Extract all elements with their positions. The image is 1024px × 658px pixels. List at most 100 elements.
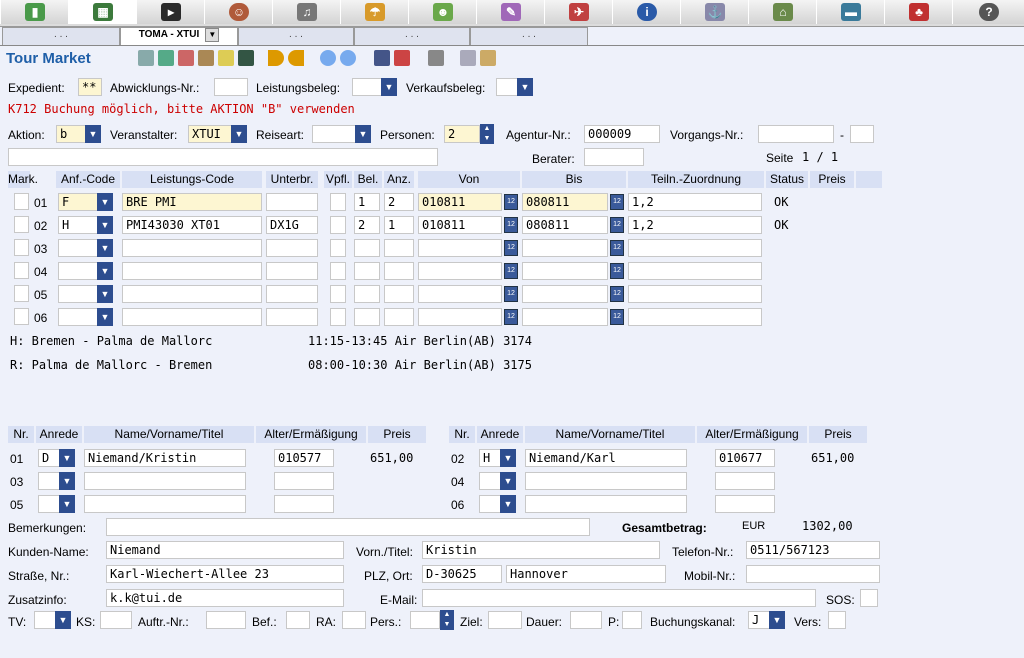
leistungs-code-field[interactable] [122,285,262,303]
bis-field[interactable] [522,239,608,257]
alter-field[interactable] [715,472,775,490]
tab-dropdown-icon[interactable]: ▼ [205,28,220,42]
umbrella-button[interactable]: ☂ [340,0,410,24]
leistungs-code-field[interactable] [122,239,262,257]
ship-button[interactable]: ⚓ [680,0,750,24]
von-field[interactable] [418,239,502,257]
bel-field[interactable] [354,239,380,257]
anf-code-field[interactable] [58,239,98,257]
anf-code-dropdown[interactable]: ▼ [97,239,113,257]
teiln-field[interactable]: 1,2 [628,193,762,211]
traveller-name-field[interactable] [525,472,687,490]
anrede-dropdown[interactable]: ▼ [500,495,516,513]
family-button[interactable]: ☻ [408,0,478,24]
tab-toma-xtui[interactable]: TOMA - XTUI ▼ [120,27,238,45]
calendar-icon[interactable]: 12 [504,217,518,233]
bel-field[interactable] [354,308,380,326]
help-button[interactable]: ? [952,0,1024,24]
mobil-field[interactable] [746,565,880,583]
calculator-button[interactable]: ▦ [68,0,138,24]
calendar-icon[interactable]: 12 [504,263,518,279]
book-button[interactable]: ▮ [0,0,70,24]
anrede-field[interactable]: H [479,449,501,467]
tv-field[interactable] [34,611,56,629]
bef-field[interactable] [286,611,310,629]
calendar-icon[interactable]: 12 [504,194,518,210]
ra-field[interactable] [342,611,366,629]
alter-field[interactable] [715,495,775,513]
ziel-field[interactable] [488,611,522,629]
kanal-dropdown[interactable]: ▼ [769,611,785,629]
tab-empty-4[interactable]: . . . [470,27,588,45]
tab-empty-2[interactable]: . . . [238,27,354,45]
vers-field[interactable] [828,611,846,629]
anz-field[interactable] [384,262,414,280]
zoom-in-icon[interactable] [320,50,336,66]
bis-field[interactable] [522,262,608,280]
calculator-small-icon[interactable] [238,50,254,66]
zusatz-field[interactable]: k.k@tui.de [106,589,344,607]
leistungs-code-field[interactable]: PMI43030 XT01 [122,216,262,234]
bel-field[interactable] [354,285,380,303]
bis-field[interactable]: 080811 [522,216,608,234]
agentur-field[interactable]: 000009 [584,125,660,143]
vorn-field[interactable]: Kristin [422,541,660,559]
anrede-dropdown[interactable]: ▼ [500,449,516,467]
mark-checkbox[interactable] [14,216,29,233]
pers-field[interactable] [410,611,440,629]
von-field[interactable]: 010811 [418,216,502,234]
reiseart-field[interactable] [312,125,356,143]
kanal-field[interactable]: J [748,611,770,629]
leistungs-code-field[interactable] [122,262,262,280]
bis-field[interactable] [522,308,608,326]
mark-checkbox[interactable] [14,193,29,210]
car-button[interactable]: ▬ [816,0,886,24]
anrede-dropdown[interactable]: ▼ [59,472,75,490]
alter-field[interactable]: 010677 [715,449,775,467]
shoe-button[interactable]: ✈ [544,0,614,24]
email-field[interactable] [422,589,816,607]
unterbr-field[interactable]: DX1G [266,216,318,234]
leistungs-code-field[interactable] [122,308,262,326]
anrede-field[interactable] [479,495,501,513]
anz-field[interactable] [384,239,414,257]
arrow-right-icon[interactable] [288,50,304,66]
bellboy-button[interactable]: ♣ [884,0,954,24]
vpfl-field[interactable] [330,216,346,234]
traveller-name-field[interactable] [84,495,246,513]
unterbr-field[interactable] [266,262,318,280]
refresh-icon[interactable] [158,50,174,66]
veranstalter-field[interactable]: XTUI [188,125,232,143]
von-field[interactable] [418,285,502,303]
teiln-field[interactable] [628,239,762,257]
calendar-icon[interactable]: 12 [504,240,518,256]
pers-stepper[interactable]: ▲ ▼ [440,610,454,630]
calendar-icon[interactable]: 12 [610,263,624,279]
stamp-icon[interactable] [198,50,214,66]
terminal-button[interactable]: ▸ [136,0,206,24]
mark-checkbox[interactable] [14,308,29,325]
expedient-field[interactable]: ** [78,78,102,96]
bis-field[interactable] [522,285,608,303]
ort-field[interactable]: Hannover [506,565,666,583]
hotel-button[interactable]: ⌂ [748,0,818,24]
save-icon[interactable] [374,50,390,66]
teiln-field[interactable] [628,308,762,326]
personen-field[interactable]: 2 [444,125,480,143]
anf-code-dropdown[interactable]: ▼ [97,216,113,234]
telefon-field[interactable]: 0511/567123 [746,541,880,559]
calendar-icon[interactable]: 12 [610,240,624,256]
edit-icon[interactable] [138,50,154,66]
info-button[interactable]: i [612,0,682,24]
anz-field[interactable]: 1 [384,216,414,234]
teiln-field[interactable] [628,285,762,303]
vpfl-field[interactable] [330,239,346,257]
mark-checkbox[interactable] [14,239,29,256]
calendar-icon[interactable]: 12 [504,309,518,325]
leistungsbeleg-dropdown[interactable]: ▼ [381,78,397,96]
anrede-dropdown[interactable]: ▼ [500,472,516,490]
anf-code-field[interactable] [58,262,98,280]
traveller-name-field[interactable] [525,495,687,513]
anf-code-dropdown[interactable]: ▼ [97,193,113,211]
kunden-field[interactable]: Niemand [106,541,344,559]
